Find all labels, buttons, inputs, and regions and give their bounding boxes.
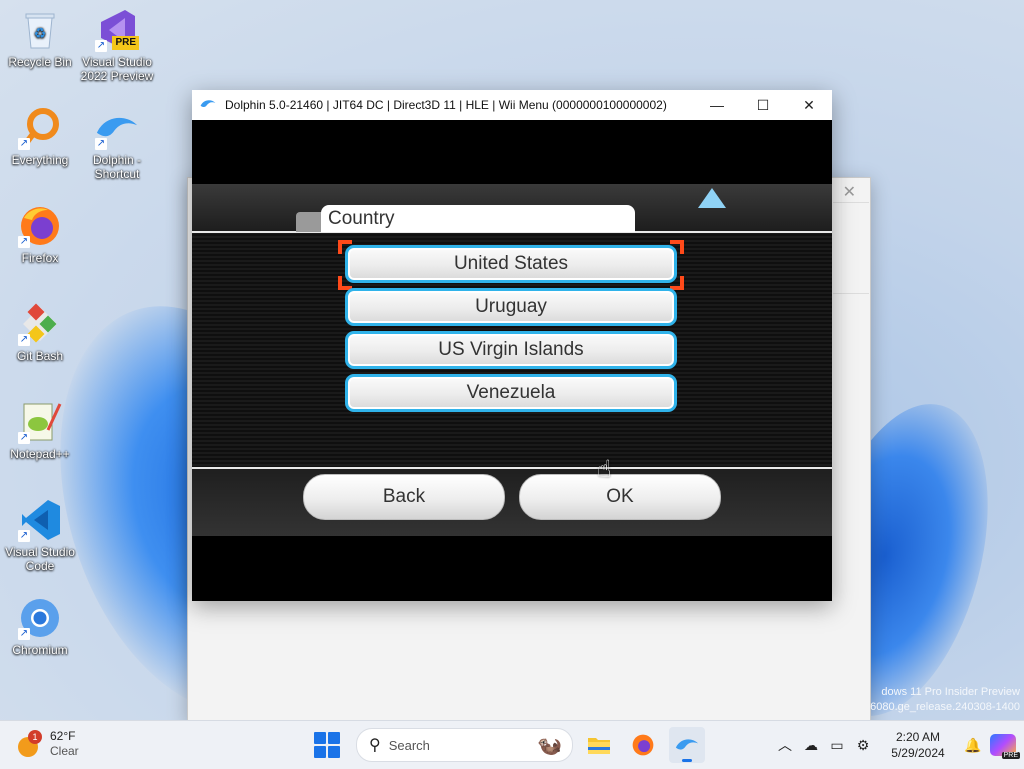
shortcut-arrow-icon: ↗ — [18, 236, 30, 248]
notepad-plus-plus-icon: ↗ — [18, 400, 62, 444]
window-title: Dolphin 5.0-21460 | JIT64 DC | Direct3D … — [225, 98, 667, 112]
shortcut-arrow-icon: ↗ — [18, 628, 30, 640]
country-tab-title: Country — [328, 208, 395, 229]
pre-badge: PRE — [112, 36, 139, 50]
close-button[interactable]: ✕ — [786, 90, 832, 120]
git-bash-icon: ↗ — [18, 302, 62, 346]
recycle-bin-icon: ♻ — [18, 8, 62, 52]
maximize-button[interactable]: ☐ — [740, 90, 786, 120]
taskbar-clock[interactable]: 2:20 AM 5/29/2024 — [882, 729, 954, 761]
country-option[interactable]: Venezuela — [345, 374, 677, 412]
weather-widget[interactable]: 1 62°F Clear — [14, 727, 79, 761]
background-window-close-icon[interactable]: ✕ — [843, 182, 856, 202]
back-button[interactable]: Back — [303, 474, 505, 520]
desktop-icon-dolphin[interactable]: ↗ Dolphin - Shortcut — [77, 106, 157, 181]
weather-notification-badge: 1 — [28, 730, 42, 744]
desktop-icon-everything[interactable]: ↗ Everything — [0, 106, 80, 167]
taskbar: 1 62°F Clear ⚲ Search 🦦 ︿ ☁ ▭ ⚙ 2:20 AM … — [0, 720, 1024, 769]
emulator-screen[interactable]: Country United States Uruguay US Virgin … — [192, 120, 832, 601]
shortcut-arrow-icon: ↗ — [95, 138, 107, 150]
shortcut-arrow-icon: ↗ — [18, 432, 30, 444]
shortcut-arrow-icon: ↗ — [18, 530, 30, 542]
search-icon: ⚲ — [369, 737, 381, 754]
onedrive-offline-icon[interactable]: ☁ — [798, 737, 824, 754]
wii-pointer-hand-icon: ☝ — [597, 456, 612, 483]
desktop-icon-visual-studio[interactable]: PRE ↗ Visual Studio 2022 Preview — [77, 8, 157, 83]
svg-text:♻: ♻ — [34, 25, 47, 41]
desktop-icon-vscode[interactable]: ↗ Visual Studio Code — [0, 498, 80, 573]
desktop-icon-notepad-plus-plus[interactable]: ↗ Notepad++ — [0, 400, 80, 461]
clock-date: 5/29/2024 — [891, 746, 945, 760]
minimize-button[interactable]: — — [694, 90, 740, 120]
taskbar-search[interactable]: ⚲ Search 🦦 — [356, 728, 573, 762]
vscode-icon: ↗ — [18, 498, 62, 542]
country-option[interactable]: US Virgin Islands — [345, 331, 677, 369]
firefox-icon: ↗ — [18, 204, 62, 248]
desktop-icon-recycle-bin[interactable]: ♻ Recycle Bin — [0, 8, 80, 69]
desktop-icon-chromium[interactable]: ↗ Chromium — [0, 596, 80, 657]
visual-studio-icon: PRE ↗ — [95, 8, 139, 52]
copilot-icon[interactable]: PRE — [990, 734, 1020, 759]
dolphin-taskbar-button[interactable] — [669, 727, 705, 763]
firefox-taskbar-button[interactable] — [625, 727, 661, 763]
shortcut-arrow-icon: ↗ — [18, 138, 30, 150]
ok-button[interactable]: OK — [519, 474, 721, 520]
dolphin-icon — [199, 98, 219, 113]
dolphin-titlebar[interactable]: Dolphin 5.0-21460 | JIT64 DC | Direct3D … — [192, 90, 832, 120]
desktop-icon-firefox[interactable]: ↗ Firefox — [0, 204, 80, 265]
system-tray: ︿ ☁ ▭ ⚙ 2:20 AM 5/29/2024 🔔 PRE — [772, 721, 1024, 769]
desktop-icon-git-bash[interactable]: ↗ Git Bash — [0, 302, 80, 363]
start-button[interactable] — [314, 732, 340, 758]
country-option[interactable]: United States — [345, 245, 677, 283]
weather-condition: Clear — [50, 744, 79, 758]
dolphin-icon: ↗ — [95, 106, 139, 150]
notification-bell-icon[interactable]: 🔔 — [960, 737, 986, 754]
weather-temperature: 62°F — [50, 729, 76, 743]
country-tab: Country — [321, 205, 635, 232]
weather-sun-icon: 1 — [14, 727, 48, 761]
copilot-pre-badge: PRE — [1001, 752, 1020, 759]
everything-search-icon: ↗ — [18, 106, 62, 150]
search-placeholder: Search — [388, 737, 430, 753]
shortcut-arrow-icon: ↗ — [18, 334, 30, 346]
file-explorer-taskbar-button[interactable] — [581, 727, 617, 763]
network-settings-icon[interactable]: ⚙ — [850, 737, 876, 754]
windows-build-watermark: dows 11 Pro Insider Preview 6080.ge_rele… — [870, 686, 1020, 713]
dolphin-window[interactable]: Dolphin 5.0-21460 | JIT64 DC | Direct3D … — [192, 90, 832, 601]
shortcut-arrow-icon: ↗ — [95, 40, 107, 52]
taskbar-center: ⚲ Search 🦦 — [306, 725, 705, 765]
country-option[interactable]: Uruguay — [345, 288, 677, 326]
search-highlight-otter-icon: 🦦 — [537, 735, 562, 757]
display-icon[interactable]: ▭ — [824, 737, 850, 754]
chevron-up-icon[interactable]: ︿ — [772, 735, 798, 755]
clock-time: 2:20 AM — [895, 730, 941, 744]
background-window-divider — [833, 202, 869, 294]
chromium-icon: ↗ — [18, 596, 62, 640]
scroll-up-arrow-icon[interactable] — [698, 188, 726, 208]
